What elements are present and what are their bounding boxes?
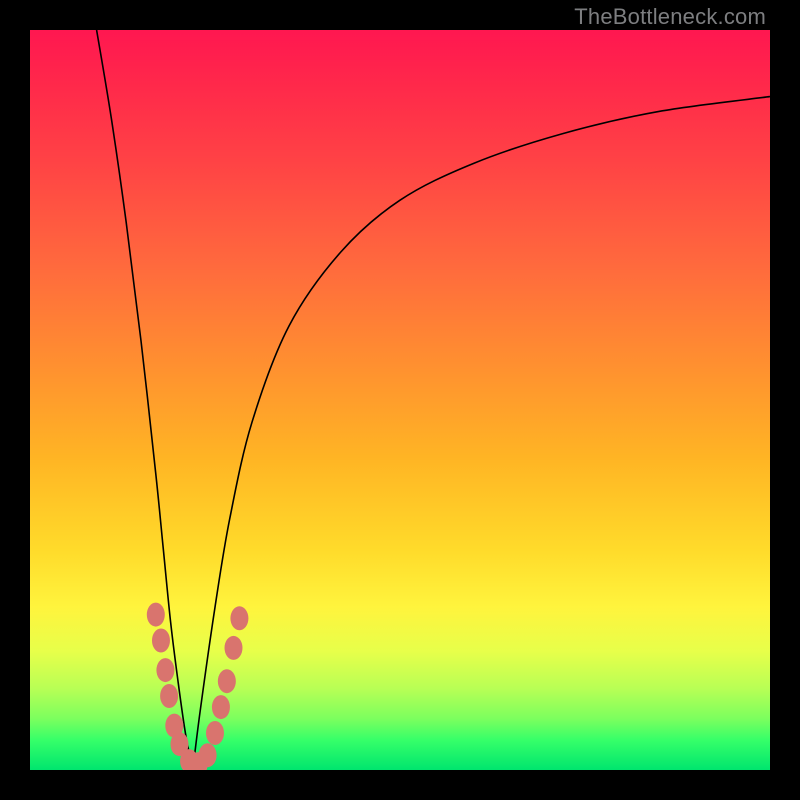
- watermark-text: TheBottleneck.com: [574, 4, 766, 30]
- scatter-dot: [156, 658, 174, 682]
- scatter-dot: [147, 603, 165, 627]
- plot-area: [30, 30, 770, 770]
- scatter-dot: [160, 684, 178, 708]
- scatter-dot: [199, 743, 217, 767]
- curve-left-branch: [97, 30, 193, 770]
- scatter-points: [147, 603, 249, 770]
- scatter-dot: [218, 669, 236, 693]
- chart-frame: TheBottleneck.com: [0, 0, 800, 800]
- scatter-dot: [212, 695, 230, 719]
- scatter-dot: [230, 606, 248, 630]
- scatter-dot: [206, 721, 224, 745]
- scatter-dot: [152, 629, 170, 653]
- scatter-dot: [225, 636, 243, 660]
- chart-svg: [30, 30, 770, 770]
- curve-right-branch: [193, 97, 770, 770]
